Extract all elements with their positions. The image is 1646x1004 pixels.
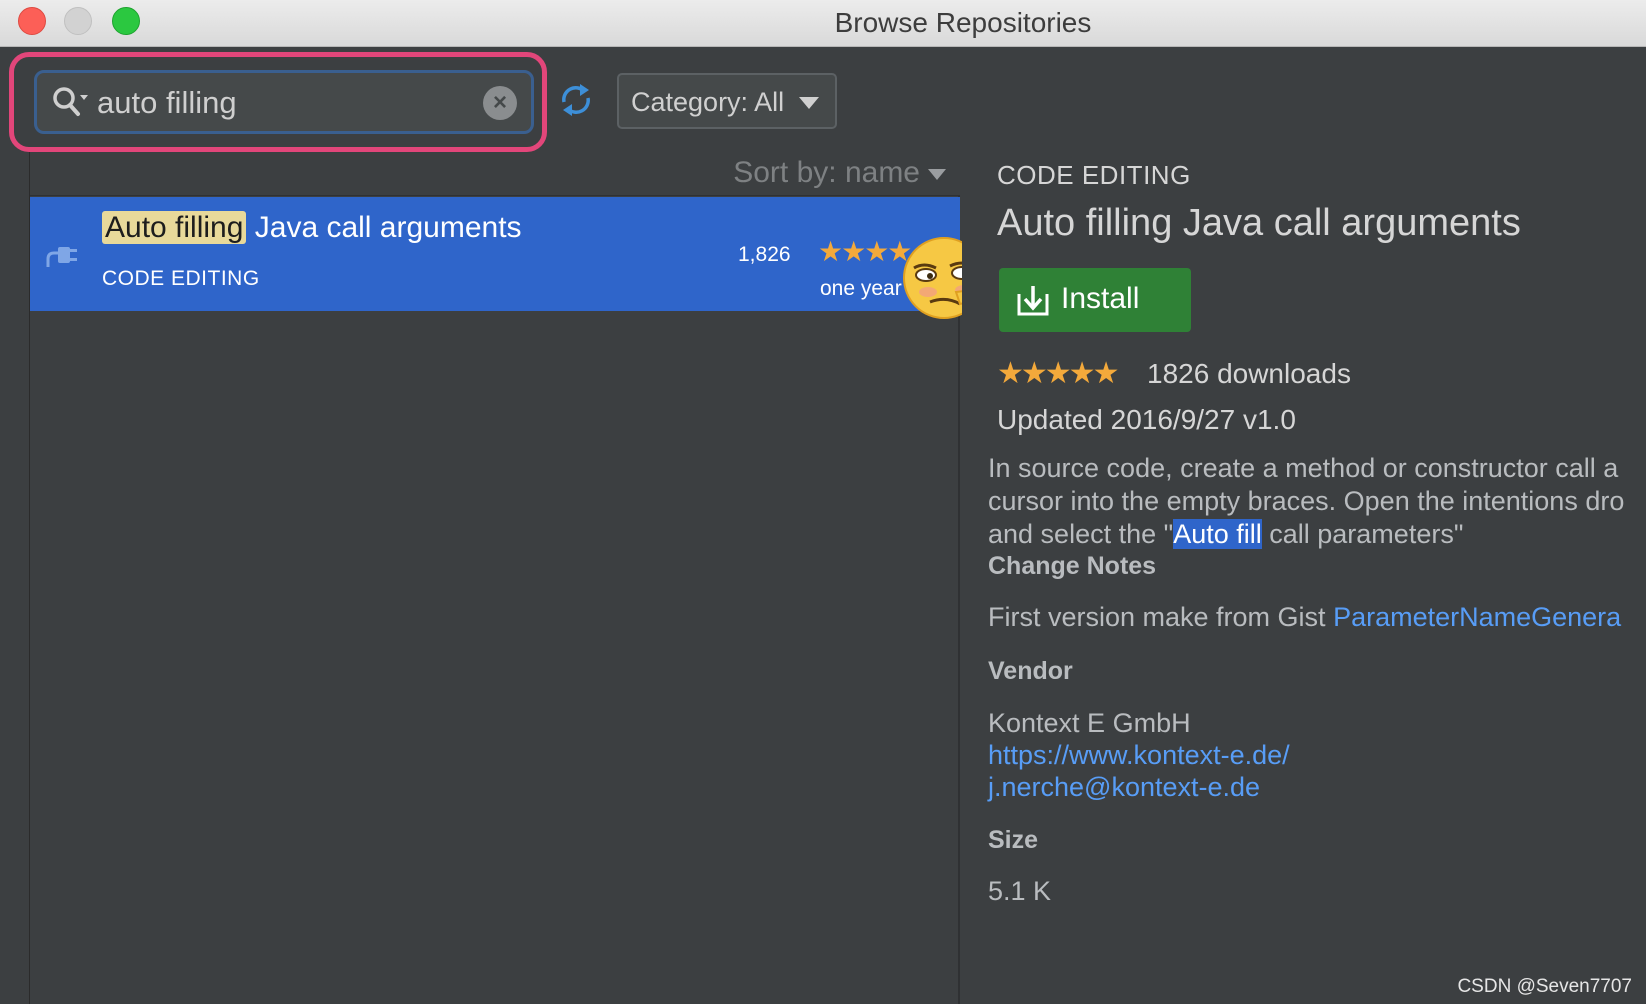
category-dropdown[interactable]: Category: All (617, 73, 837, 129)
window-title: Browse Repositories (834, 7, 1092, 38)
list-item-category: CODE EDITING (102, 267, 260, 290)
sort-label[interactable]: Sort by: name (733, 156, 920, 190)
install-label: Install (1061, 282, 1140, 315)
description-line: and select the "Auto fill call parameter… (988, 518, 1646, 551)
refresh-icon[interactable] (556, 80, 596, 120)
search-match-highlight: Auto filling (102, 211, 247, 244)
vendor-name: Kontext E GmbH (988, 708, 1191, 738)
search-query-text[interactable]: auto filling (97, 85, 237, 121)
plugin-icon (46, 247, 77, 267)
list-item[interactable]: Auto filling Java call arguments CODE ED… (30, 197, 960, 311)
detail-category: CODE EDITING (997, 160, 1191, 190)
detail-description: In source code, create a method or const… (988, 452, 1646, 551)
search-input[interactable]: auto filling × (34, 70, 534, 134)
install-button[interactable]: Install (999, 268, 1191, 332)
chevron-down-icon (928, 169, 946, 180)
detail-title: Auto filling Java call arguments (997, 202, 1521, 244)
list-item-title-rest: Java call arguments (246, 211, 522, 244)
vendor-email-link[interactable]: j.nerche@kontext-e.de (988, 772, 1260, 803)
description-text: call parameters" (1261, 519, 1464, 549)
size-value: 5.1 K (988, 876, 1052, 906)
title-bar: Browse Repositories (0, 0, 1646, 47)
change-notes-text: First version make from Gist ParameterNa… (988, 602, 1621, 633)
list-item-updated: one year (820, 277, 902, 300)
category-label: Category: All (631, 87, 785, 117)
list-item-downloads: 1,826 (738, 243, 791, 266)
plugin-detail-panel: CODE EDITING Auto filling Java call argu… (962, 152, 1646, 1004)
change-notes-heading: Change Notes (988, 552, 1157, 580)
change-notes-link[interactable]: ParameterNameGenera (1333, 602, 1621, 632)
left-gutter (0, 152, 30, 1004)
selected-text: Auto fill (1173, 519, 1262, 549)
vendor-heading: Vendor (988, 657, 1073, 685)
description-line: In source code, create a method or const… (988, 453, 1619, 483)
clear-search-icon[interactable]: × (483, 86, 517, 120)
chevron-down-icon (799, 97, 819, 109)
plugin-list: Sort by: name Auto filling Java call arg… (30, 152, 960, 1004)
description-text: and select the " (988, 519, 1174, 549)
list-item-rating-stars: ★★★★ (818, 236, 912, 267)
watermark: CSDN @Seven7707 (1457, 976, 1632, 997)
detail-downloads: 1826 downloads (1147, 358, 1351, 389)
vendor-url-link[interactable]: https://www.kontext-e.de/ (988, 740, 1290, 771)
detail-rating-stars: ★★★★★ (997, 357, 1119, 390)
detail-updated-version: Updated 2016/9/27 v1.0 (997, 404, 1296, 435)
list-item-title: Auto filling Java call arguments (102, 211, 522, 245)
description-line: cursor into the empty braces. Open the i… (988, 486, 1625, 516)
sort-bar[interactable]: Sort by: name (30, 152, 960, 196)
search-icon[interactable] (51, 85, 91, 121)
download-icon (1017, 286, 1049, 316)
size-heading: Size (988, 826, 1039, 854)
change-notes-body: First version make from Gist (988, 602, 1334, 632)
